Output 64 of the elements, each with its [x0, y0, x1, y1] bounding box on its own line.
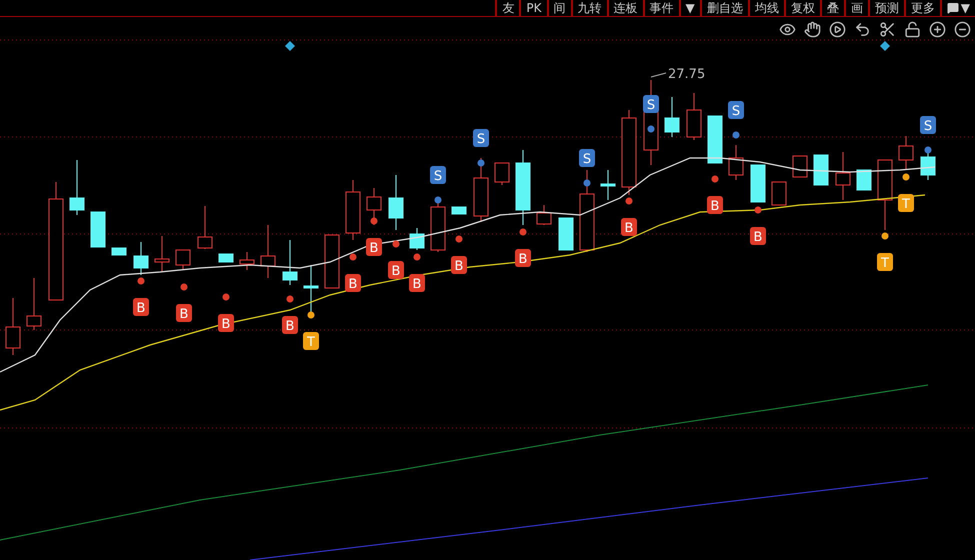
candlestick — [218, 254, 234, 262]
menu-tab[interactable]: 间 — [546, 0, 571, 16]
candlestick — [304, 264, 318, 312]
candlestick — [260, 224, 276, 278]
scissors-icon[interactable] — [878, 20, 896, 38]
candlestick — [112, 248, 126, 256]
candlestick — [346, 180, 360, 240]
candlestick — [600, 170, 616, 200]
candlestick — [198, 206, 212, 250]
menu-tab[interactable]: 友 — [495, 0, 520, 16]
zoom-out-icon[interactable] — [953, 20, 971, 38]
candlestick — [878, 160, 892, 230]
play-icon[interactable] — [828, 20, 846, 38]
undo-icon[interactable] — [853, 20, 871, 38]
menu-tab[interactable]: 均线 — [748, 0, 784, 16]
menu-tab[interactable]: 画 — [844, 0, 868, 16]
high-price-label: 27.75 — [650, 67, 706, 82]
diamond-icon — [285, 41, 295, 51]
candlestick — [134, 242, 148, 276]
menu-tab[interactable]: 更多 — [904, 0, 940, 16]
menu-tab[interactable]: 叠 — [820, 0, 844, 16]
candlestick — [90, 212, 106, 248]
zoom-in-icon[interactable] — [928, 20, 946, 38]
message-dropdown-button[interactable]: ▼ — [940, 0, 975, 16]
candlestick — [452, 206, 466, 214]
candlestick — [494, 162, 510, 186]
candlestick — [836, 152, 850, 200]
menu-tab[interactable]: 连板 — [606, 0, 643, 16]
diamond-icon — [880, 41, 890, 51]
candlestick — [176, 250, 190, 270]
candlestick — [686, 92, 702, 140]
candlestick — [324, 234, 340, 288]
menu-tab[interactable]: 事件 — [642, 0, 679, 16]
candlestick — [856, 170, 872, 190]
menu-tab[interactable]: ▼ — [678, 0, 700, 16]
candlestick — [558, 218, 574, 250]
candlestick — [282, 240, 298, 286]
candlestick — [388, 174, 404, 230]
candlestick — [814, 154, 828, 186]
candlestick — [664, 96, 680, 138]
candlestick — [70, 160, 84, 216]
candlestick — [898, 136, 914, 170]
menu-tab[interactable]: 复权 — [784, 0, 820, 16]
message-icon — [946, 2, 959, 14]
menu-tab[interactable]: 删自选 — [700, 0, 748, 16]
hand-icon[interactable] — [803, 20, 821, 38]
candlestick — [240, 252, 254, 270]
candlestick — [536, 204, 552, 226]
candlestick — [6, 298, 20, 356]
candlestick — [728, 144, 744, 180]
menu-tab[interactable]: 九转 — [570, 0, 607, 16]
menu-tab[interactable]: 预测 — [868, 0, 904, 16]
candlestick — [920, 152, 936, 180]
candlestick — [366, 188, 382, 226]
candlestick — [154, 236, 170, 272]
candlestick — [474, 158, 488, 222]
candlestick — [708, 116, 722, 164]
candlestick — [750, 164, 766, 202]
candlestick — [792, 156, 808, 178]
menu-tab[interactable]: PK — [519, 0, 547, 16]
candlestick — [772, 182, 786, 206]
candlestick — [26, 278, 42, 330]
lock-icon[interactable] — [903, 20, 921, 38]
candlestick — [410, 228, 424, 250]
